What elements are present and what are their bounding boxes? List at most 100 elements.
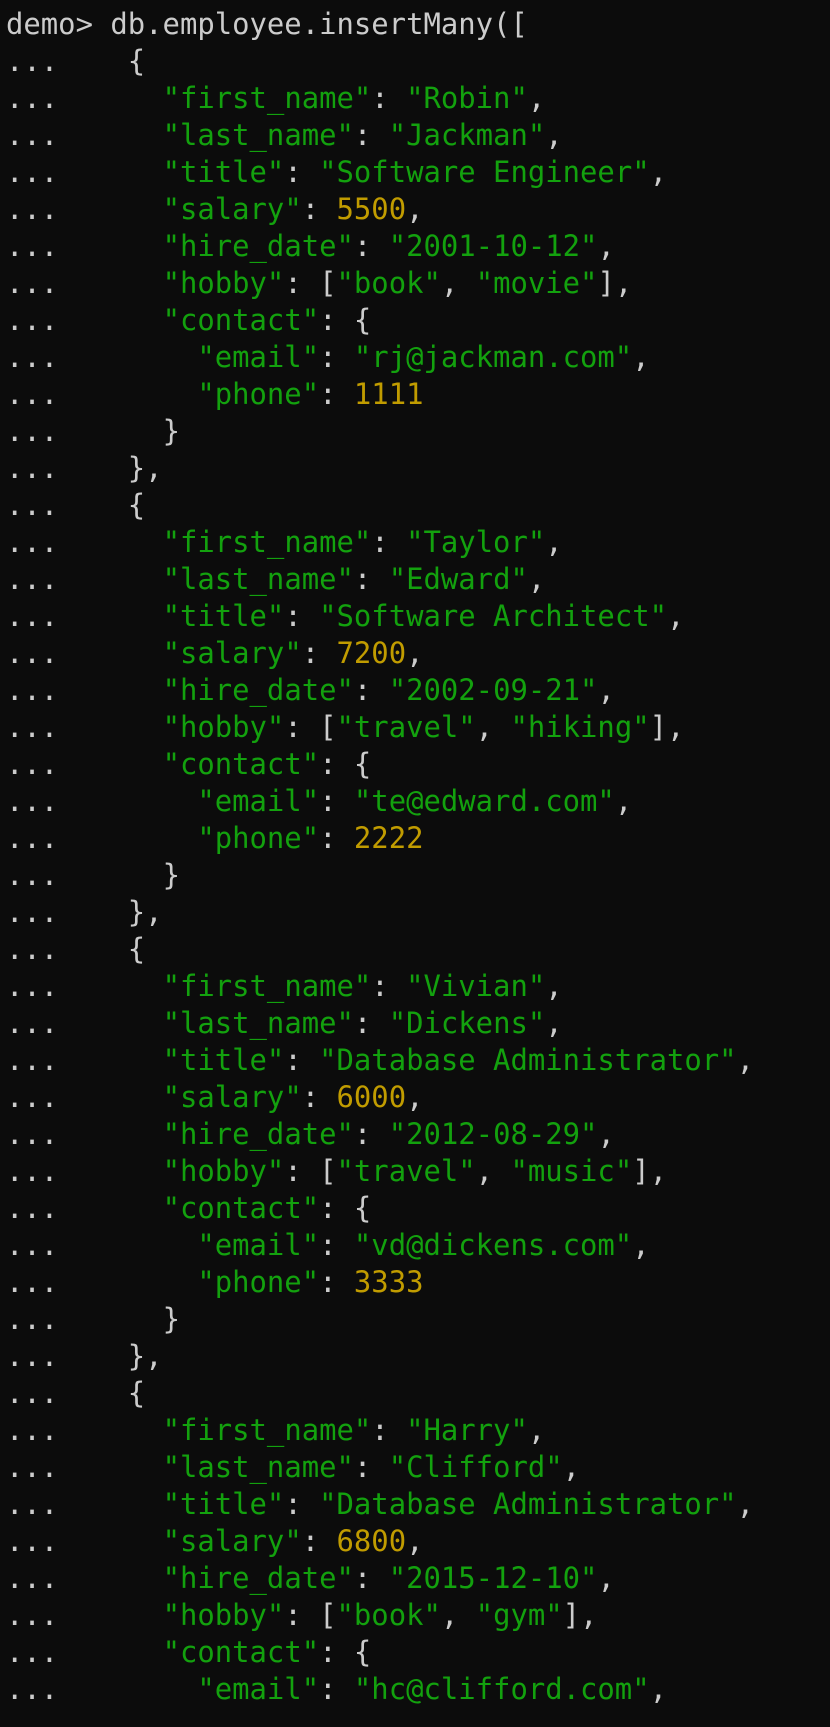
punctuation-token: },	[127, 1339, 163, 1373]
number-token: 7200	[336, 636, 407, 670]
punctuation-token: ,	[597, 673, 615, 707]
punctuation-token: : {	[319, 303, 372, 337]
continuation-line: ... }	[6, 857, 830, 894]
continuation-marker: ...	[6, 229, 59, 263]
string-token: "vd@dickens.com"	[353, 1228, 633, 1262]
punctuation-token: }	[162, 414, 180, 448]
punctuation-token: : [	[284, 1154, 337, 1188]
punctuation-token: :	[353, 229, 389, 263]
continuation-marker: ...	[6, 784, 59, 818]
punctuation-token: ],	[632, 1154, 668, 1188]
punctuation-token: :	[301, 636, 337, 670]
string-token: "Database Administrator"	[319, 1487, 737, 1521]
continuation-line: ... "hire_date": "2002-09-21",	[6, 672, 830, 709]
punctuation-token: :	[319, 377, 354, 411]
string-token: "Harry"	[406, 1413, 528, 1447]
punctuation-token: ,	[736, 1487, 754, 1521]
continuation-marker: ...	[6, 1672, 59, 1706]
punctuation-token: ,	[406, 192, 424, 226]
command-line: demo> db.employee.insertMany([	[6, 6, 830, 43]
terminal-output: ... {... "first_name": "Robin",... "last…	[6, 43, 830, 1708]
punctuation-token: : [	[284, 710, 337, 744]
continuation-line: ... "contact": {	[6, 1190, 830, 1227]
punctuation-token: :	[353, 1450, 389, 1484]
continuation-marker: ...	[6, 1302, 59, 1336]
punctuation-token: ,	[406, 636, 424, 670]
continuation-marker: ...	[6, 1043, 59, 1077]
continuation-marker: ...	[6, 1339, 59, 1373]
string-token: "salary"	[162, 192, 302, 226]
continuation-line: ... "contact": {	[6, 302, 830, 339]
string-token: "salary"	[162, 636, 302, 670]
continuation-marker: ...	[6, 1487, 59, 1521]
punctuation-token: ,	[649, 1672, 668, 1706]
string-token: "last_name"	[162, 562, 354, 596]
punctuation-token: :	[319, 821, 354, 855]
string-token: "Taylor"	[406, 525, 546, 559]
punctuation-token: ,	[527, 1413, 546, 1447]
string-token: "first_name"	[162, 969, 372, 1003]
string-token: "email"	[197, 1672, 320, 1706]
string-token: "travel"	[336, 1154, 476, 1188]
string-token: "contact"	[162, 1191, 320, 1225]
continuation-line: ... "contact": {	[6, 746, 830, 783]
punctuation-token: :	[353, 1561, 389, 1595]
continuation-marker: ...	[6, 599, 59, 633]
string-token: "2002-09-21"	[388, 673, 598, 707]
string-token: "first_name"	[162, 525, 372, 559]
continuation-line: ... "email": "te@edward.com",	[6, 783, 830, 820]
number-token: 2222	[353, 821, 424, 855]
terminal-window[interactable]: demo> db.employee.insertMany([ ... {... …	[0, 0, 830, 1727]
string-token: "Edward"	[388, 562, 528, 596]
continuation-line: ... {	[6, 43, 830, 80]
punctuation-token: ,	[545, 1006, 563, 1040]
continuation-marker: ...	[6, 1228, 59, 1262]
punctuation-token: ],	[562, 1598, 598, 1632]
continuation-marker: ...	[6, 192, 59, 226]
continuation-line: ... "last_name": "Clifford",	[6, 1449, 830, 1486]
punctuation-token: :	[353, 562, 389, 596]
shell-prompt: demo>	[6, 7, 111, 41]
continuation-line: ... "hire_date": "2012-08-29",	[6, 1116, 830, 1153]
number-token: 5500	[336, 192, 407, 226]
continuation-line: ... "hire_date": "2001-10-12",	[6, 228, 830, 265]
string-token: "te@edward.com"	[353, 784, 615, 818]
string-token: "salary"	[162, 1080, 302, 1114]
string-token: "music"	[510, 1154, 633, 1188]
string-token: "hire_date"	[162, 1117, 354, 1151]
punctuation-token: :	[353, 118, 389, 152]
continuation-marker: ...	[6, 414, 59, 448]
punctuation-token: },	[127, 895, 163, 929]
string-token: "title"	[162, 1487, 285, 1521]
continuation-line: ... "salary": 7200,	[6, 635, 830, 672]
continuation-marker: ...	[6, 525, 59, 559]
string-token: "Clifford"	[388, 1450, 563, 1484]
string-token: "hobby"	[162, 266, 285, 300]
continuation-marker: ...	[6, 1450, 59, 1484]
continuation-marker: ...	[6, 303, 59, 337]
string-token: "contact"	[162, 747, 320, 781]
continuation-line: ... "last_name": "Jackman",	[6, 117, 830, 154]
continuation-line: ... "hobby": ["book", "movie"],	[6, 265, 830, 302]
punctuation-token: ,	[562, 1450, 581, 1484]
string-token: "last_name"	[162, 1006, 354, 1040]
punctuation-token: :	[284, 599, 320, 633]
punctuation-token: : {	[319, 747, 372, 781]
continuation-marker: ...	[6, 1561, 59, 1595]
